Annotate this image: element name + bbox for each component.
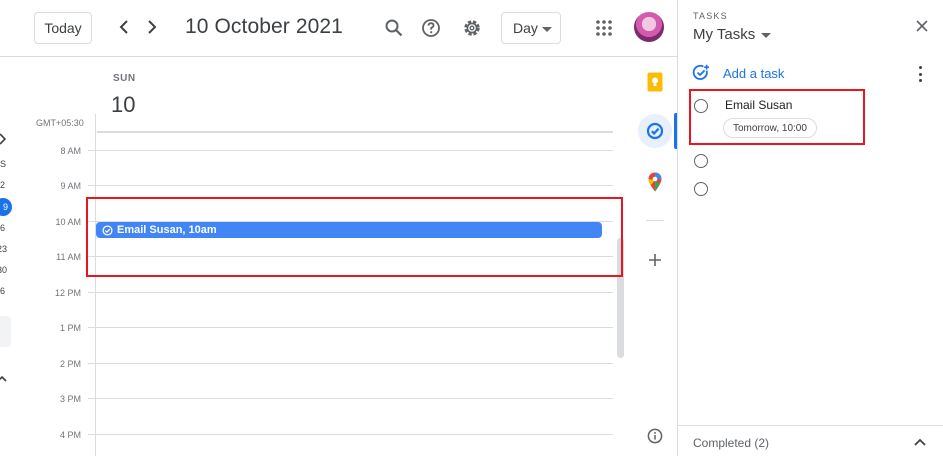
hour-line (88, 150, 613, 151)
rail-divider (646, 220, 664, 221)
add-icon (649, 254, 661, 266)
mini-calendar-edge: S 2 9 6 23 30 6 (0, 57, 14, 456)
add-task-icon (692, 64, 709, 80)
hour-line (88, 327, 613, 328)
mini-calendar-weekday: S (0, 159, 7, 169)
mini-calendar-day[interactable]: 30 (0, 265, 7, 275)
mini-calendar-day[interactable]: 23 (0, 244, 7, 254)
today-button[interactable]: Today (34, 12, 92, 44)
time-column-divider (95, 114, 96, 456)
chevron-up-icon (914, 438, 926, 446)
mini-calendar-selected-day[interactable]: 9 (0, 198, 12, 216)
hour-line (88, 185, 613, 186)
mini-calendar-day[interactable]: 6 (0, 286, 5, 296)
hour-line (88, 292, 613, 293)
hour-label: 2 PM (59, 359, 81, 369)
completed-label: Completed (2) (693, 436, 770, 450)
mini-calendar-day[interactable]: 2 (0, 180, 5, 190)
highlight-box-task (689, 89, 865, 145)
hour-label: 4 PM (59, 430, 81, 440)
add-task-button[interactable]: Add a task (692, 64, 784, 82)
hour-label: 8 AM (60, 146, 81, 156)
dropdown-caret-icon (542, 27, 552, 32)
hour-label: 9 AM (60, 181, 81, 191)
mini-calendar-search-box[interactable] (0, 316, 11, 347)
task-list-selector[interactable]: My Tasks (693, 26, 772, 43)
task-list-options-button[interactable] (916, 66, 924, 82)
hour-label: 1 PM (59, 323, 81, 333)
dropdown-caret-icon (761, 32, 772, 38)
account-avatar[interactable] (634, 12, 664, 42)
close-icon (916, 20, 928, 32)
weekday-label: SUN (113, 73, 136, 84)
day-number[interactable]: 10 (111, 92, 135, 118)
chevron-right-icon (148, 20, 157, 34)
calendar-app: Today 10 October 2021 Day S 2 9 6 3 0 6 … (0, 0, 943, 456)
view-selector-label: Day (513, 20, 538, 36)
hour-line (88, 434, 613, 435)
mini-calendar-chevron-icon[interactable] (0, 133, 8, 147)
search-icon (385, 19, 403, 37)
next-day-button[interactable] (141, 16, 163, 38)
hour-line (88, 398, 613, 399)
add-task-label: Add a task (723, 65, 785, 81)
tasks-button[interactable] (638, 114, 672, 148)
task-list-name: My Tasks (693, 26, 756, 43)
mini-calendar-expand-icon[interactable] (0, 375, 7, 385)
mini-calendar-day[interactable]: 6 (0, 223, 5, 233)
hour-line (88, 363, 613, 364)
keep-icon (647, 72, 663, 92)
info-icon (647, 428, 663, 444)
apps-grid-icon (596, 20, 612, 36)
completed-tasks-toggle[interactable]: Completed (2) (678, 425, 943, 456)
maps-button[interactable] (638, 165, 672, 199)
previous-day-button[interactable] (113, 16, 135, 38)
settings-button[interactable] (460, 16, 484, 40)
keep-button[interactable] (638, 65, 672, 99)
search-button[interactable] (382, 16, 406, 40)
view-selector[interactable]: Day (501, 12, 561, 44)
panel-label: TASKS (693, 11, 728, 21)
task-complete-checkbox[interactable] (694, 154, 708, 168)
highlight-box-event (86, 197, 623, 277)
tasks-panel: TASKS My Tasks Add a task Email Susan To… (677, 0, 943, 456)
timezone-label: GMT+05:30 (36, 118, 84, 128)
more-vert-icon (918, 66, 922, 69)
hour-label: 12 PM (54, 288, 81, 298)
info-button[interactable] (638, 419, 672, 453)
task-complete-checkbox[interactable] (694, 182, 708, 196)
help-icon (422, 19, 440, 37)
tasks-icon (646, 122, 664, 140)
close-panel-button[interactable] (913, 17, 931, 35)
hour-label: 10 AM (55, 217, 81, 227)
help-button[interactable] (419, 16, 443, 40)
get-addons-button[interactable] (638, 243, 672, 277)
current-date-title: 10 October 2021 (185, 15, 343, 38)
hour-label: 3 PM (59, 394, 81, 404)
all-day-divider (97, 131, 613, 133)
top-bar: Today 10 October 2021 Day (0, 0, 678, 57)
apps-button[interactable] (592, 16, 616, 40)
chevron-left-icon (119, 20, 128, 34)
maps-icon (648, 172, 662, 192)
gear-icon (464, 20, 480, 36)
hour-label: 11 AM (56, 252, 81, 262)
